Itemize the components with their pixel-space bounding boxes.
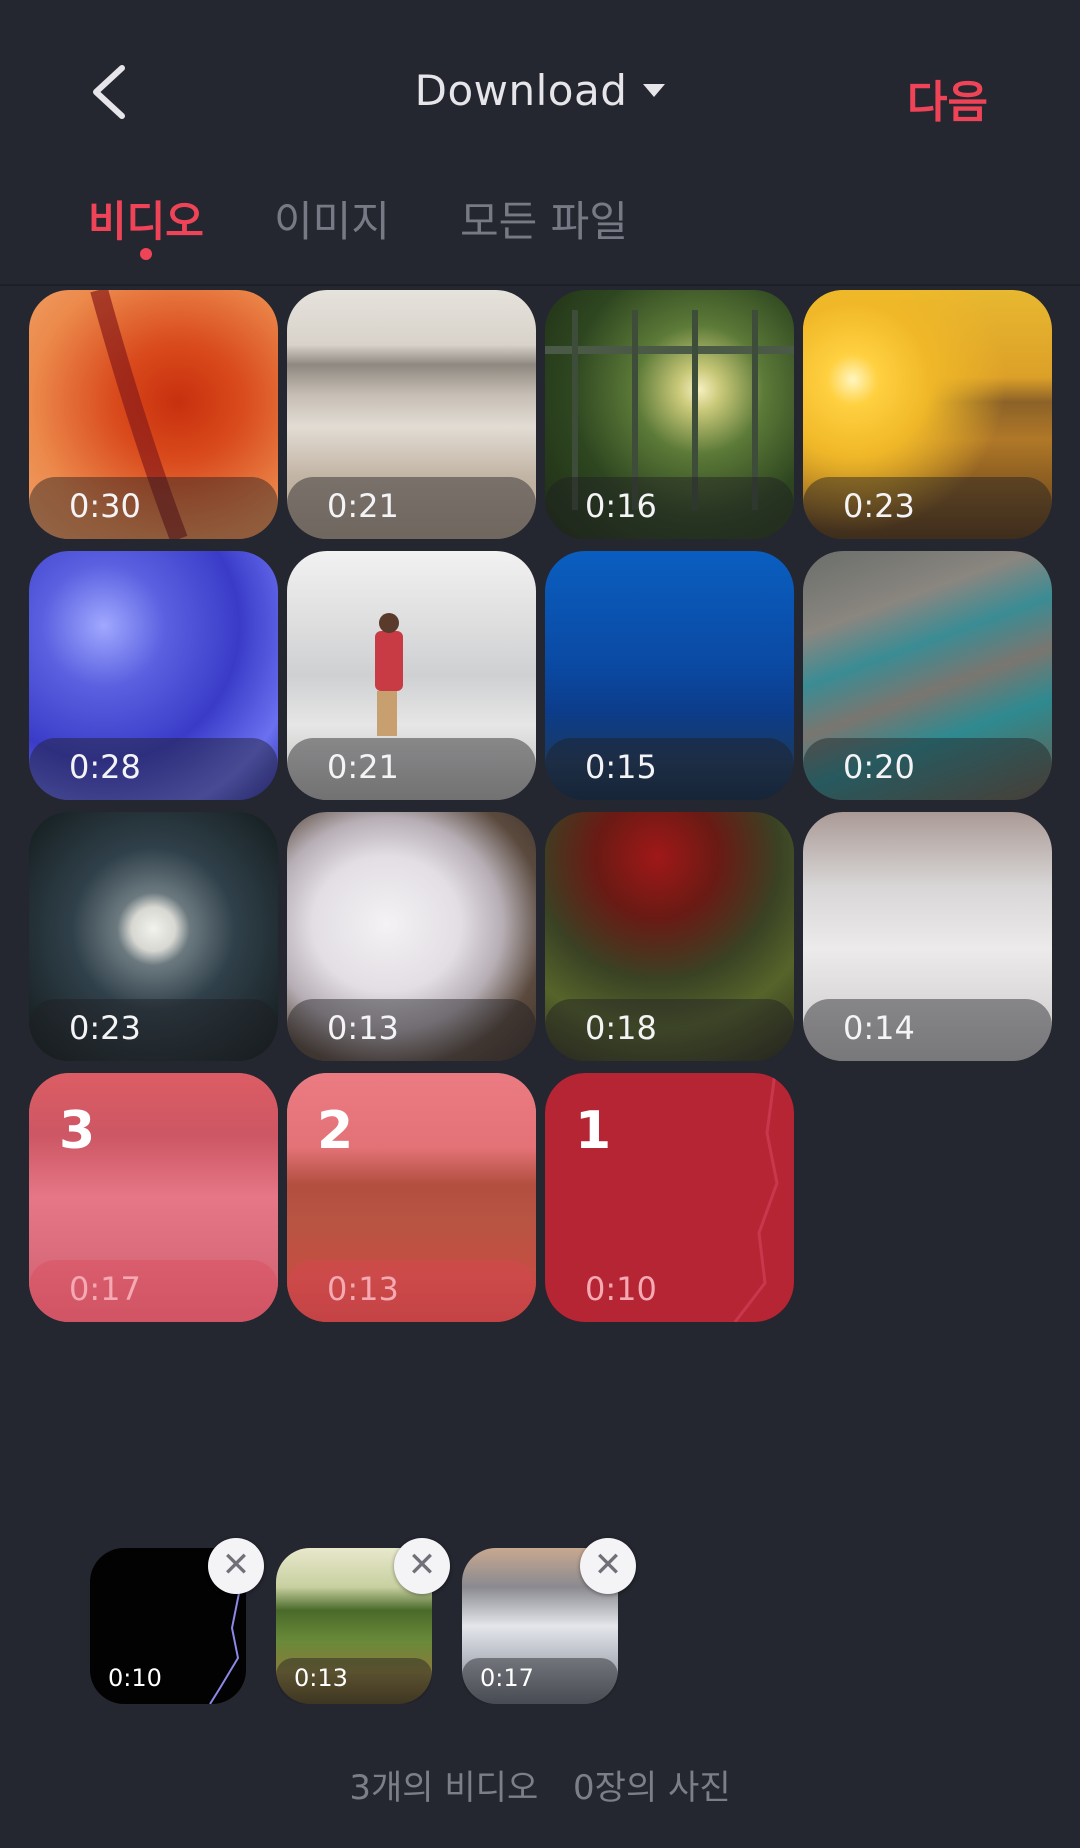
tab-video[interactable]: 비디오 [88,188,204,260]
video-tile[interactable]: 0:21 [287,551,536,800]
duration-bar [29,477,278,539]
video-tile[interactable]: 0:20 [803,551,1052,800]
selection-order-number: 3 [59,1101,96,1161]
duration-bar [287,477,536,539]
folder-name: Download [414,66,628,115]
video-tile-selected[interactable]: 3 0:17 [29,1073,278,1322]
selection-summary: 3개의 비디오 0장의 사진 [0,1760,1080,1809]
video-tile[interactable]: 0:23 [29,812,278,1061]
remove-button[interactable]: ✕ [208,1538,264,1594]
tab-all-files[interactable]: 모든 파일 [460,188,628,249]
duration-bar [287,1260,536,1322]
close-icon: ✕ [593,1545,623,1585]
video-duration: 0:14 [843,1009,915,1047]
caret-down-icon [643,84,666,97]
video-duration: 0:10 [585,1270,657,1308]
tab-image[interactable]: 이미지 [274,188,390,249]
video-duration: 0:20 [843,748,915,786]
photo-count-text: 0장의 사진 [573,1768,731,1808]
video-tile[interactable]: 0:14 [803,812,1052,1061]
tab-video-label: 비디오 [88,197,204,246]
duration-bar [545,477,794,539]
duration-bar [545,999,794,1061]
duration-bar [803,738,1052,800]
close-icon: ✕ [221,1545,251,1585]
duration-bar [29,738,278,800]
video-duration: 0:21 [327,487,399,525]
video-tile[interactable]: 0:16 [545,290,794,539]
video-duration: 0:28 [69,748,141,786]
video-tile-selected[interactable]: 1 0:10 [545,1073,794,1322]
duration-bar [287,999,536,1061]
video-tile[interactable]: 0:13 [287,812,536,1061]
video-duration: 0:23 [69,1009,141,1047]
remove-button[interactable]: ✕ [394,1538,450,1594]
video-duration: 0:16 [585,487,657,525]
duration-bar [29,1260,278,1322]
duration-bar [29,999,278,1061]
duration-bar [545,738,794,800]
selected-thumbnail[interactable]: 0:13 ✕ [276,1538,450,1704]
tab-all-files-label: 모든 파일 [460,197,628,246]
close-icon: ✕ [407,1545,437,1585]
top-bar: Download 다음 [0,0,1080,190]
video-tile[interactable]: 0:18 [545,812,794,1061]
remove-button[interactable]: ✕ [580,1538,636,1594]
duration-bar [803,477,1052,539]
video-tile-selected[interactable]: 2 0:13 [287,1073,536,1322]
video-duration: 0:15 [585,748,657,786]
video-duration: 0:18 [585,1009,657,1047]
selection-order-number: 1 [575,1101,612,1161]
selected-thumbnail[interactable]: 0:17 ✕ [462,1538,636,1704]
video-duration: 0:13 [327,1009,399,1047]
selected-duration: 0:10 [108,1664,162,1692]
selected-duration: 0:17 [480,1664,534,1692]
selected-duration: 0:13 [294,1664,348,1692]
tabs-divider [0,284,1080,286]
video-duration: 0:30 [69,487,141,525]
duration-bar [545,1260,794,1322]
selection-order-number: 2 [317,1101,354,1161]
video-count-text: 3개의 비디오 [349,1768,539,1808]
video-duration: 0:13 [327,1270,399,1308]
video-duration: 0:23 [843,487,915,525]
video-tile[interactable]: 0:28 [29,551,278,800]
video-tile[interactable]: 0:30 [29,290,278,539]
video-duration: 0:21 [327,748,399,786]
duration-bar [803,999,1052,1061]
tab-image-label: 이미지 [274,197,390,246]
next-button[interactable]: 다음 [907,66,988,130]
selected-thumbnail[interactable]: 0:10 ✕ [90,1538,264,1704]
video-tile[interactable]: 0:21 [287,290,536,539]
video-duration: 0:17 [69,1270,141,1308]
video-tile[interactable]: 0:15 [545,551,794,800]
video-tile[interactable]: 0:23 [803,290,1052,539]
active-tab-indicator [139,248,152,260]
duration-bar [287,738,536,800]
